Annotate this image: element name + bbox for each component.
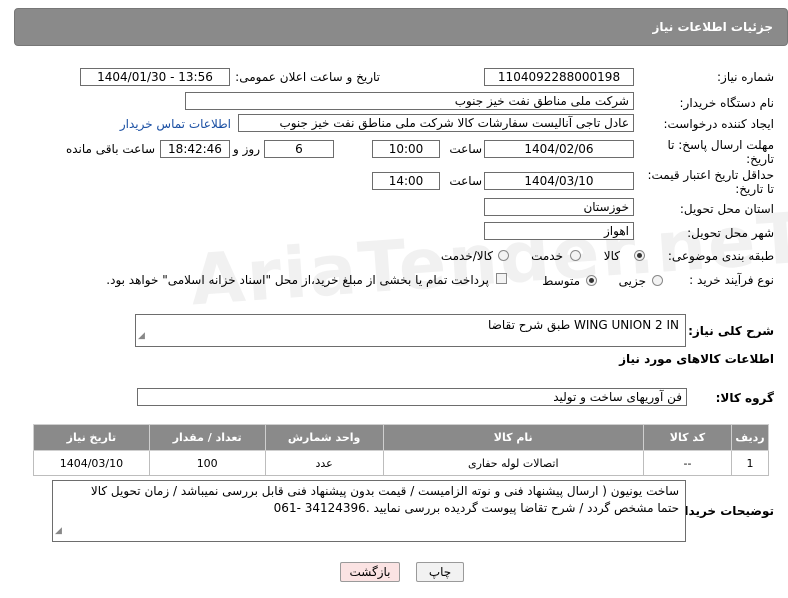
- col-unit: واحد شمارش: [264, 424, 384, 451]
- province-label: استان محل تحویل:: [679, 202, 774, 216]
- city-label: شهر محل تحویل:: [687, 226, 774, 240]
- cell-code: --: [642, 450, 733, 476]
- cell-unit: عدد: [264, 450, 384, 476]
- summary-text: WING UNION 2 IN طبق شرح تقاضا: [488, 318, 679, 332]
- goods-section-title: اطلاعات کالاهای مورد نیاز: [619, 352, 774, 366]
- col-quantity: تعداد / مقدار: [148, 424, 266, 451]
- cell-need-date: 1404/03/10: [33, 450, 150, 476]
- goods-group-label: گروه کالا:: [715, 391, 774, 405]
- creator-label: ایجاد کننده درخواست:: [663, 117, 774, 131]
- back-button[interactable]: بازگشت: [340, 562, 400, 582]
- validity-time-label: ساعت: [449, 174, 482, 188]
- process-label: نوع فرآیند خرید :: [689, 273, 774, 287]
- print-button[interactable]: چاپ: [416, 562, 464, 582]
- goods-table: ردیف کد کالا نام کالا واحد شمارش تعداد /…: [33, 424, 769, 476]
- deadline-label-2: تاریخ:: [746, 152, 774, 166]
- notes-line-1: ساخت یونیون ( ارسال پیشنهاد فنی و نوته ا…: [90, 484, 679, 498]
- category-option-both: کالا/خدمت: [440, 249, 493, 263]
- col-row: ردیف: [731, 424, 769, 451]
- days-field: 6: [264, 140, 334, 158]
- process-option-minor: جزیی: [618, 274, 646, 288]
- category-label: طبقه بندی موضوعی:: [667, 249, 774, 263]
- process-radio-minor[interactable]: [652, 275, 663, 286]
- cell-row: 1: [731, 450, 769, 476]
- process-radio-medium[interactable]: [586, 275, 597, 286]
- announce-field: 1404/01/30 - 13:56: [80, 68, 230, 86]
- goods-group-field: فن آوریهای ساخت و تولید: [137, 388, 687, 406]
- page-title: جزئیات اطلاعات نیاز: [652, 20, 773, 34]
- payment-checkbox[interactable]: [496, 273, 507, 284]
- notes-label: توضیحات خریدار:: [672, 504, 774, 518]
- resize-grip-icon[interactable]: ◢: [138, 328, 145, 345]
- remaining-time-field: 18:42:46: [160, 140, 230, 158]
- notes-field: ساخت یونیون ( ارسال پیشنهاد فنی و نوته ا…: [52, 480, 686, 542]
- deadline-date-field: 1404/02/06: [484, 140, 634, 158]
- need-number-label: شماره نیاز:: [717, 70, 774, 84]
- goods-table-header: ردیف کد کالا نام کالا واحد شمارش تعداد /…: [33, 424, 769, 451]
- cell-name: اتصالات لوله حفاری: [382, 450, 644, 476]
- creator-field: عادل تاجی آنالیست سفارشات کالا شرکت ملی …: [238, 114, 634, 132]
- contact-info-link[interactable]: اطلاعات تماس خریدار: [120, 117, 231, 131]
- category-radio-service[interactable]: [570, 250, 581, 261]
- category-option-service: خدمت: [531, 249, 563, 263]
- page-header: جزئیات اطلاعات نیاز: [14, 8, 788, 46]
- category-option-goods: کالا: [603, 249, 620, 263]
- buyer-field: شرکت ملی مناطق نفت خیز جنوب: [185, 92, 634, 110]
- need-number-field: 1104092288000198: [484, 68, 634, 86]
- validity-date-field: 1404/03/10: [484, 172, 634, 190]
- province-field: خوزستان: [484, 198, 634, 216]
- remaining-time-label: ساعت باقی مانده: [65, 142, 155, 156]
- resize-grip-icon[interactable]: ◢: [55, 523, 62, 540]
- buyer-label: نام دستگاه خریدار:: [679, 96, 775, 110]
- validity-label: حداقل تاریخ اعتبار قیمت:: [647, 168, 774, 182]
- category-radio-both[interactable]: [498, 250, 509, 261]
- validity-label-2: تا تاریخ:: [735, 182, 774, 196]
- validity-time-field: 14:00: [372, 172, 440, 190]
- notes-line-2: حتما مشخص گردد / شرح تقاضا پیوست گردیده …: [273, 501, 679, 515]
- category-radio-goods[interactable]: [634, 250, 645, 261]
- table-row: 1 -- اتصالات لوله حفاری عدد 100 1404/03/…: [33, 450, 769, 476]
- deadline-label: مهلت ارسال پاسخ: تا: [667, 138, 774, 152]
- announce-label: تاریخ و ساعت اعلان عمومی:: [235, 70, 380, 84]
- process-option-medium: متوسط: [542, 274, 580, 288]
- city-field: اهواز: [484, 222, 634, 240]
- col-code: کد کالا: [642, 424, 733, 451]
- col-need-date: تاریخ نیاز: [33, 424, 150, 451]
- summary-field: WING UNION 2 IN طبق شرح تقاضا ◢: [135, 314, 686, 347]
- deadline-time-field: 10:00: [372, 140, 440, 158]
- days-label: روز و: [233, 142, 260, 156]
- summary-label: شرح کلی نیاز:: [688, 324, 774, 338]
- deadline-time-label: ساعت: [449, 142, 482, 156]
- payment-note: پرداخت تمام یا بخشی از مبلغ خرید،از محل …: [106, 273, 489, 287]
- col-name: نام کالا: [382, 424, 644, 451]
- cell-quantity: 100: [148, 450, 266, 476]
